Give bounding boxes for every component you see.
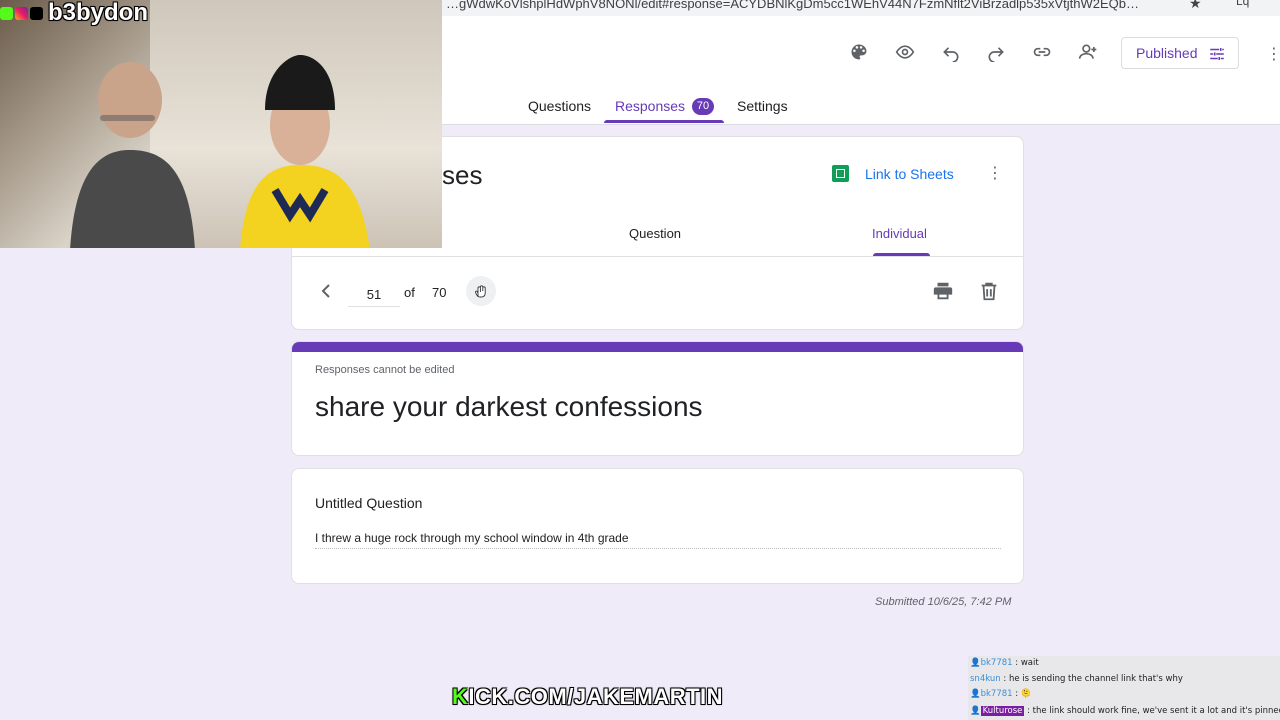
response-number-input[interactable]	[348, 282, 400, 307]
kick-url: ICK.COM/JAKEMARTIN	[468, 684, 724, 709]
print-icon[interactable]	[932, 280, 954, 302]
question-card	[291, 468, 1024, 584]
kick-channel-banner: KICK.COM/JAKEMARTIN	[452, 684, 723, 710]
chat-text: 🫠	[1020, 689, 1032, 699]
responses-heading: ses	[442, 160, 483, 190]
published-button[interactable]: Published	[1121, 37, 1239, 69]
hand-cursor-icon	[475, 285, 486, 298]
chat-text: he is sending the channel link that's wh…	[1008, 674, 1183, 684]
webcam-overlay: b3bydon	[0, 0, 442, 248]
webcam-person-left	[70, 62, 195, 248]
chat-message: sn4kun : he is sending the channel link …	[970, 674, 1183, 684]
responses-count-badge: 70	[692, 98, 714, 115]
bookmark-star-icon[interactable]: ★	[1189, 0, 1202, 12]
chat-separator: :	[1012, 658, 1021, 668]
chat-user: bk7781	[980, 689, 1013, 699]
stream-chat-overlay: 👤bk7781 : wait sn4kun : he is sending th…	[968, 656, 1280, 720]
published-label: Published	[1136, 45, 1198, 61]
chat-message: 👤 Kulturose : the link should work fine, …	[970, 706, 1280, 716]
instagram-icon	[15, 6, 28, 20]
chat-user: sn4kun	[970, 674, 1001, 684]
more-vert-icon[interactable]: ⋮	[1266, 44, 1280, 64]
active-tab-indicator	[604, 120, 724, 123]
chat-text: the link should work fine, we've sent it…	[1032, 706, 1280, 716]
chat-message: 👤bk7781 : wait	[970, 658, 1039, 668]
form-title: share your darkest confessions	[315, 391, 703, 422]
add-collaborator-icon[interactable]	[1076, 40, 1100, 64]
address-url[interactable]: …gWdwKoVlshplHdWphV8NONl/edit#response=A…	[446, 0, 1176, 11]
tab-responses[interactable]: Responses	[615, 98, 685, 114]
redo-icon[interactable]	[984, 40, 1008, 64]
tab-questions[interactable]: Questions	[528, 98, 591, 114]
streamer-handle-badge: b3bydon	[0, 0, 148, 26]
link-to-sheets-button[interactable]: Link to Sheets	[865, 166, 954, 182]
tiktok-icon	[30, 6, 43, 20]
subtab-individual[interactable]: Individual	[872, 226, 927, 241]
link-icon[interactable]	[1030, 40, 1054, 64]
undo-icon[interactable]	[939, 40, 963, 64]
chat-separator: :	[1000, 674, 1009, 684]
responses-locked-note: Responses cannot be edited	[315, 364, 455, 376]
palette-icon[interactable]	[847, 40, 871, 64]
chat-text: wait	[1020, 658, 1039, 668]
streamer-handle: b3bydon	[48, 0, 148, 26]
kick-logo-icon	[0, 6, 13, 20]
divider	[292, 256, 1023, 257]
question-title: Untitled Question	[315, 495, 423, 511]
chat-separator: :	[1024, 706, 1033, 716]
form-accent-bar	[292, 342, 1023, 352]
total-responses: 70	[432, 285, 447, 300]
tune-icon	[1210, 48, 1224, 60]
extension-icon[interactable]: Lq	[1236, 0, 1249, 8]
tab-settings[interactable]: Settings	[737, 98, 788, 114]
next-response-button[interactable]	[466, 276, 496, 306]
webcam-person-right	[240, 55, 370, 248]
preview-eye-icon[interactable]	[893, 40, 917, 64]
of-label: of	[404, 285, 415, 300]
submitted-timestamp: Submitted 10/6/25, 7:42 PM	[875, 596, 1012, 608]
question-answer: I threw a huge rock through my school wi…	[315, 531, 629, 545]
sheets-icon[interactable]	[832, 165, 849, 182]
chevron-left-icon	[321, 284, 330, 298]
chat-message: 👤bk7781 : 🫠	[970, 689, 1032, 699]
kick-k: K	[452, 684, 469, 709]
subtab-question[interactable]: Question	[629, 226, 681, 241]
chat-separator: :	[1012, 689, 1021, 699]
delete-icon[interactable]	[978, 280, 1000, 302]
chat-user: Kulturose	[980, 706, 1025, 716]
answer-underline	[315, 548, 1001, 549]
previous-response-button[interactable]	[316, 280, 336, 302]
responses-more-icon[interactable]: ⋮	[987, 162, 1003, 186]
chat-user: bk7781	[980, 658, 1013, 668]
